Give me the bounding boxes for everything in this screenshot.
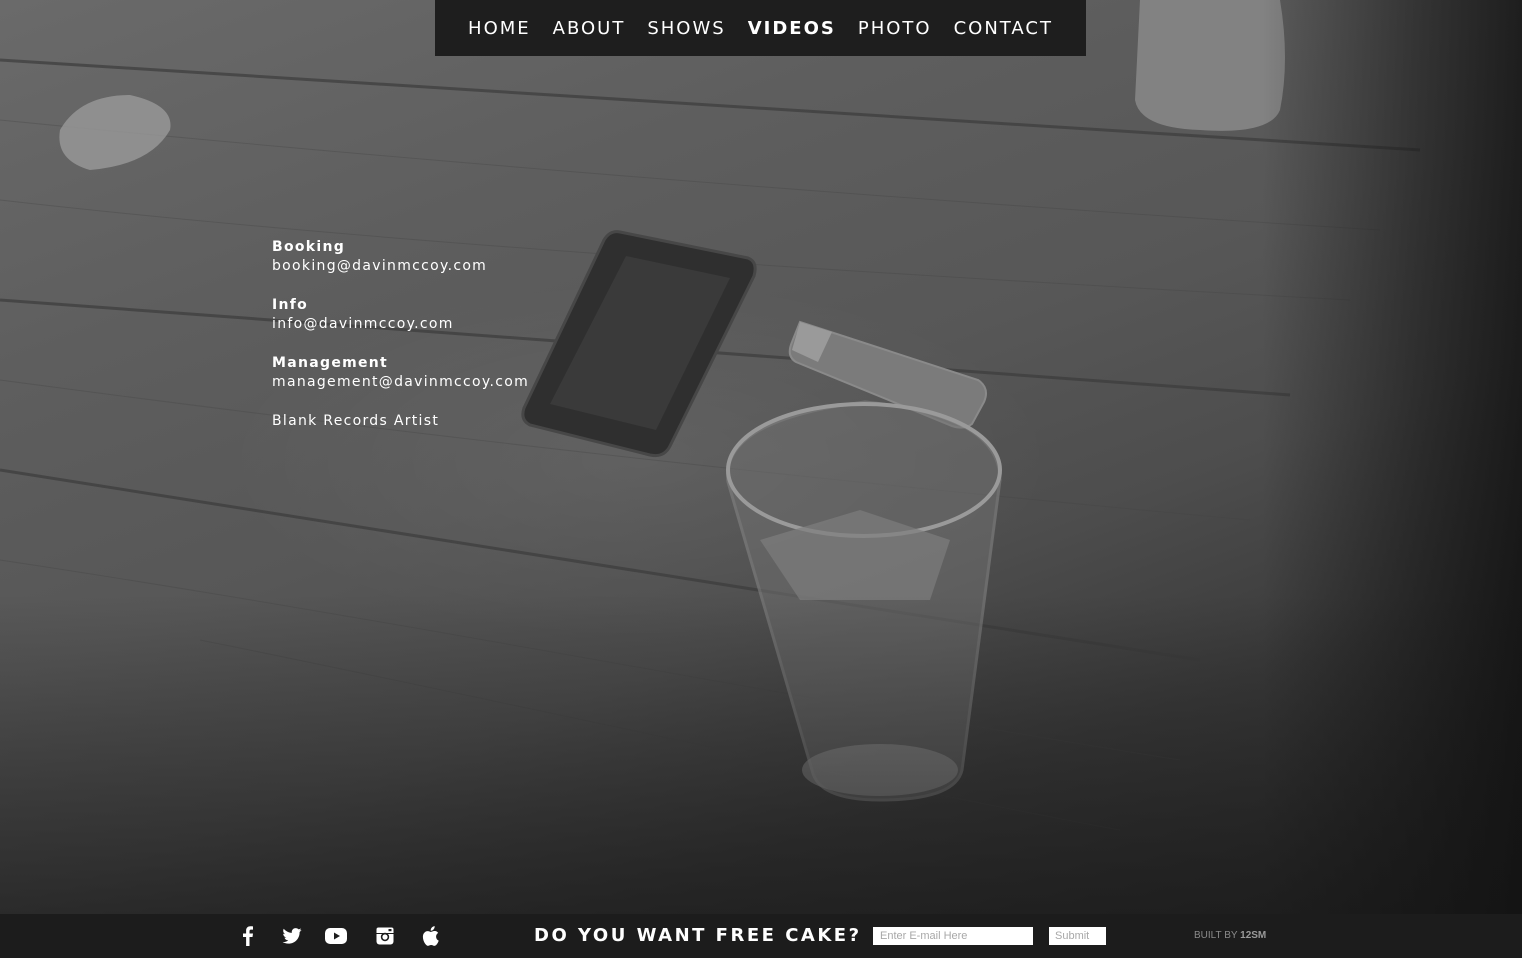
submit-button[interactable]: Submit	[1049, 927, 1106, 945]
nav-shows[interactable]: SHOWS	[647, 18, 725, 39]
main-nav: HOME ABOUT SHOWS VIDEOS PHOTO CONTACT	[435, 0, 1086, 56]
management-label: Management	[272, 355, 389, 371]
built-by-credit[interactable]: BUILT BY 12SM	[1194, 930, 1266, 942]
info-group: Info info@davinmccoy.com	[272, 296, 632, 334]
social-links	[236, 924, 443, 948]
tissue-illustration	[59, 95, 171, 170]
booking-group: Booking booking@davinmccoy.com	[272, 238, 632, 276]
nav-home[interactable]: HOME	[468, 18, 531, 39]
label-note-group: Blank Records Artist	[272, 412, 632, 431]
free-cake-heading: DO YOU WANT FREE CAKE?	[534, 925, 862, 946]
management-email-link[interactable]: management@davinmccoy.com	[272, 373, 632, 392]
built-by-prefix: BUILT BY	[1194, 930, 1238, 941]
booking-email-link[interactable]: booking@davinmccoy.com	[272, 257, 632, 276]
apple-icon[interactable]	[419, 924, 443, 948]
instagram-icon[interactable]	[373, 924, 397, 948]
twitter-icon[interactable]	[280, 924, 304, 948]
email-input[interactable]	[873, 927, 1033, 945]
nav-about[interactable]: ABOUT	[553, 18, 626, 39]
facebook-icon[interactable]	[236, 924, 260, 948]
nav-photo[interactable]: PHOTO	[858, 18, 932, 39]
management-group: Management management@davinmccoy.com	[272, 354, 632, 392]
info-email-link[interactable]: info@davinmccoy.com	[272, 315, 632, 334]
page: HOME ABOUT SHOWS VIDEOS PHOTO CONTACT Bo…	[0, 0, 1522, 958]
nav-contact[interactable]: CONTACT	[954, 18, 1053, 39]
footer-bar: DO YOU WANT FREE CAKE? Submit BUILT BY 1…	[0, 914, 1522, 958]
background-shade-bottom	[0, 594, 1522, 914]
built-by-name: 12SM	[1240, 930, 1267, 941]
nav-videos[interactable]: VIDEOS	[748, 18, 836, 39]
youtube-icon[interactable]	[324, 924, 348, 948]
record-label-note: Blank Records Artist	[272, 413, 440, 429]
booking-label: Booking	[272, 239, 346, 255]
contact-info: Booking booking@davinmccoy.com Info info…	[272, 238, 632, 451]
info-label: Info	[272, 297, 309, 313]
